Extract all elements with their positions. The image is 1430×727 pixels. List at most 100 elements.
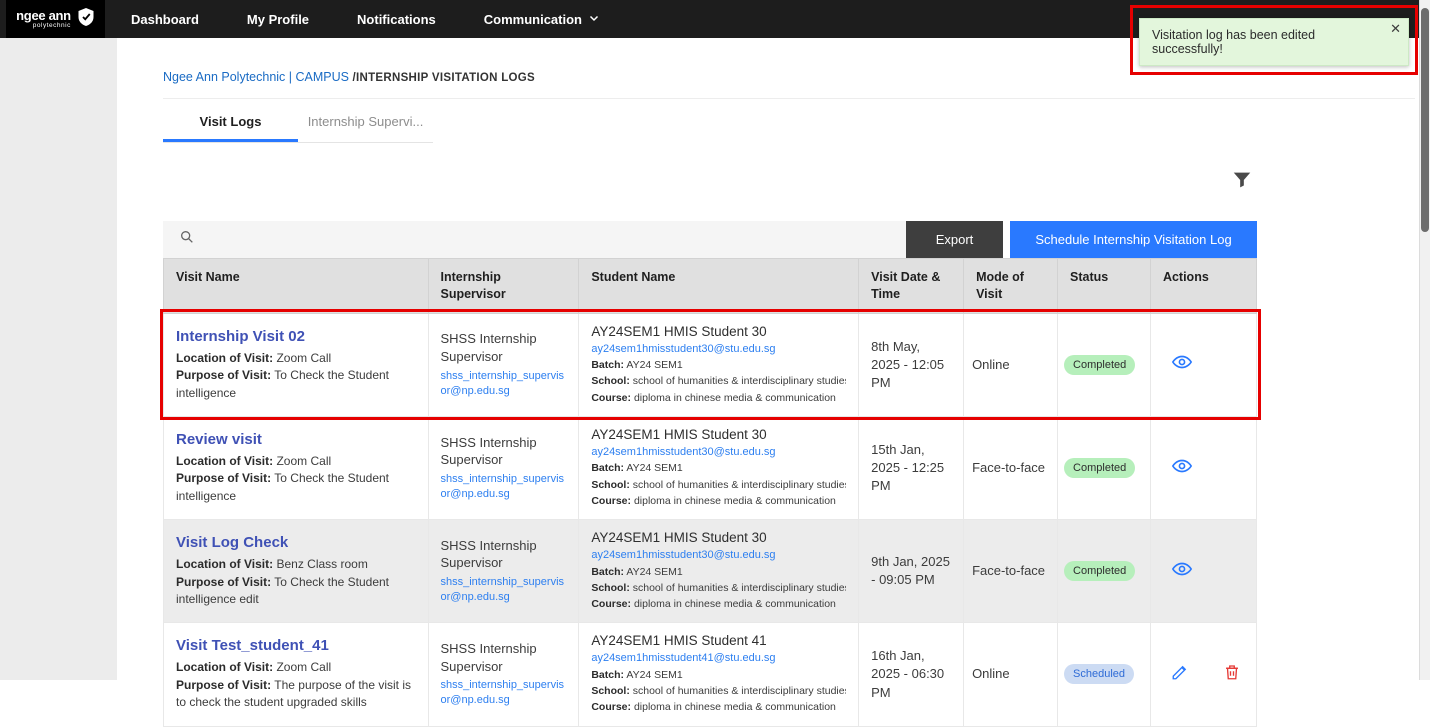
supervisor-email-link[interactable]: shss_internship_supervisor@np.edu.sg: [441, 369, 567, 400]
location-value: Zoom Call: [276, 660, 331, 674]
column-header-visit-name: Visit Name: [164, 259, 429, 314]
school-value: school of humanities & interdisciplinary…: [633, 685, 846, 697]
column-header-visit-date-time: Visit Date & Time: [859, 259, 964, 314]
visit-logs-table: Visit Name Internship Supervisor Student…: [163, 258, 1257, 727]
visit-name-link[interactable]: Visit Log Check: [176, 534, 288, 551]
nav-item-dashboard[interactable]: Dashboard: [131, 12, 199, 27]
location-label: Location of Visit:: [176, 351, 273, 365]
left-rail: [0, 38, 117, 680]
delete-icon[interactable]: [1223, 663, 1241, 686]
visit-name-link[interactable]: Review visit: [176, 431, 262, 448]
visit-location: Location of Visit: Zoom Call: [176, 659, 416, 676]
filter-row: [163, 143, 1257, 221]
batch-value: AY24 SEM1: [626, 669, 682, 681]
main-nav: Dashboard My Profile Notifications Commu…: [131, 12, 600, 27]
nav-item-notifications[interactable]: Notifications: [357, 12, 436, 27]
logo-line1: ngee ann: [16, 9, 71, 22]
breadcrumb-root-link[interactable]: Ngee Ann Polytechnic |: [163, 70, 292, 84]
student-name: AY24SEM1 HMIS Student 41: [591, 633, 846, 648]
view-icon[interactable]: [1171, 558, 1193, 585]
course-label: Course:: [591, 392, 631, 404]
batch-label: Batch:: [591, 359, 624, 371]
course-label: Course:: [591, 598, 631, 610]
mode-of-visit: Online: [964, 623, 1058, 726]
course-value: diploma in chinese media & communication: [634, 495, 836, 507]
purpose-label: Purpose of Visit:: [176, 471, 271, 485]
supervisor-name: SHSS Internship Supervisor: [441, 640, 567, 675]
edit-icon[interactable]: [1171, 663, 1189, 686]
schedule-visitation-log-button[interactable]: Schedule Internship Visitation Log: [1010, 221, 1257, 258]
student-email-link[interactable]: ay24sem1hmisstudent41@stu.edu.sg: [591, 651, 846, 666]
tab-internship-supervisor[interactable]: Internship Supervi...: [298, 99, 433, 142]
filter-icon[interactable]: [1227, 165, 1257, 200]
view-icon[interactable]: [1171, 351, 1193, 378]
export-button[interactable]: Export: [906, 221, 1003, 258]
breadcrumb: Ngee Ann Polytechnic | CAMPUS /INTERNSHI…: [163, 70, 1415, 84]
supervisor-name: SHSS Internship Supervisor: [441, 330, 567, 365]
nav-label-dashboard: Dashboard: [131, 12, 199, 27]
purpose-label: Purpose of Visit:: [176, 368, 271, 382]
location-label: Location of Visit:: [176, 454, 273, 468]
student-school: School: school of humanities & interdisc…: [591, 683, 846, 699]
vertical-scrollbar-track[interactable]: [1419, 0, 1430, 680]
visit-location: Location of Visit: Zoom Call: [176, 350, 416, 367]
batch-value: AY24 SEM1: [626, 462, 682, 474]
search-input[interactable]: [203, 221, 906, 258]
school-label: School:: [591, 582, 630, 594]
location-value: Benz Class room: [276, 557, 367, 571]
column-header-student-name: Student Name: [579, 259, 859, 314]
nav-item-my-profile[interactable]: My Profile: [247, 12, 309, 27]
visit-name-link[interactable]: Internship Visit 02: [176, 328, 305, 345]
supervisor-name: SHSS Internship Supervisor: [441, 537, 567, 572]
location-label: Location of Visit:: [176, 557, 273, 571]
view-icon[interactable]: [1171, 455, 1193, 482]
status-badge: Completed: [1064, 355, 1135, 375]
nav-item-communication[interactable]: Communication: [484, 12, 600, 27]
supervisor-email-link[interactable]: shss_internship_supervisor@np.edu.sg: [441, 472, 567, 503]
course-label: Course:: [591, 495, 631, 507]
toast-close-icon[interactable]: ✕: [1390, 22, 1401, 35]
search-bar[interactable]: [163, 221, 906, 258]
visit-name-link[interactable]: Visit Test_student_41: [176, 637, 329, 654]
mode-of-visit: Face-to-face: [964, 520, 1058, 623]
student-email-link[interactable]: ay24sem1hmisstudent30@stu.edu.sg: [591, 342, 846, 357]
shield-logo-icon: [77, 7, 95, 32]
supervisor-name: SHSS Internship Supervisor: [441, 434, 567, 469]
school-value: school of humanities & interdisciplinary…: [633, 479, 846, 491]
student-name: AY24SEM1 HMIS Student 30: [591, 324, 846, 339]
student-course: Course: diploma in chinese media & commu…: [591, 699, 846, 715]
purpose-label: Purpose of Visit:: [176, 575, 271, 589]
student-email-link[interactable]: ay24sem1hmisstudent30@stu.edu.sg: [591, 548, 846, 563]
batch-value: AY24 SEM1: [626, 566, 682, 578]
student-course: Course: diploma in chinese media & commu…: [591, 596, 846, 612]
breadcrumb-campus-link[interactable]: CAMPUS: [296, 70, 349, 84]
student-course: Course: diploma in chinese media & commu…: [591, 493, 846, 509]
column-header-status: Status: [1058, 259, 1151, 314]
main-content: Ngee Ann Polytechnic | CAMPUS /INTERNSHI…: [163, 38, 1415, 727]
supervisor-email-link[interactable]: shss_internship_supervisor@np.edu.sg: [441, 575, 567, 606]
batch-label: Batch:: [591, 566, 624, 578]
column-header-actions: Actions: [1150, 259, 1256, 314]
course-value: diploma in chinese media & communication: [634, 701, 836, 713]
tab-visit-logs[interactable]: Visit Logs: [163, 99, 298, 142]
table-body: Internship Visit 02 Location of Visit: Z…: [164, 313, 1257, 726]
student-email-link[interactable]: ay24sem1hmisstudent30@stu.edu.sg: [591, 445, 846, 460]
student-batch: Batch: AY24 SEM1: [591, 564, 846, 580]
breadcrumb-current: /INTERNSHIP VISITATION LOGS: [352, 72, 535, 84]
course-value: diploma in chinese media & communication: [634, 392, 836, 404]
ngee-ann-logo[interactable]: ngee ann polytechnic: [6, 0, 105, 38]
status-badge: Scheduled: [1064, 664, 1134, 684]
visit-datetime: 15th Jan, 2025 - 12:25 PM: [859, 416, 964, 519]
student-name: AY24SEM1 HMIS Student 30: [591, 530, 846, 545]
supervisor-email-link[interactable]: shss_internship_supervisor@np.edu.sg: [441, 678, 567, 709]
student-school: School: school of humanities & interdisc…: [591, 477, 846, 493]
location-label: Location of Visit:: [176, 660, 273, 674]
vertical-scrollbar-thumb[interactable]: [1421, 8, 1429, 232]
batch-value: AY24 SEM1: [626, 359, 682, 371]
column-header-internship-supervisor: Internship Supervisor: [428, 259, 579, 314]
status-badge: Completed: [1064, 561, 1135, 581]
school-label: School:: [591, 685, 630, 697]
visit-location: Location of Visit: Zoom Call: [176, 453, 416, 470]
tab-internship-supervisor-label: Internship Supervi...: [308, 114, 424, 129]
student-course: Course: diploma in chinese media & commu…: [591, 390, 846, 406]
